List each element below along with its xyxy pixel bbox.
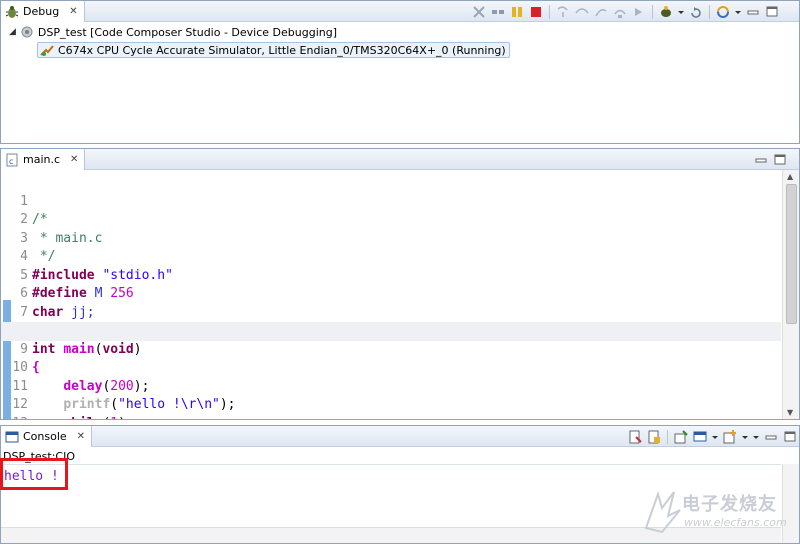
editor-view: c main.c ✕ 1 /* 2 * main.c 3 */ 4 #inclu… [0, 148, 800, 420]
minimize-icon[interactable] [763, 429, 779, 445]
maximize-icon[interactable] [764, 4, 780, 20]
suspend-icon[interactable] [509, 4, 525, 20]
c-file-icon: c [5, 153, 19, 167]
code-line: 1 /* [1, 174, 781, 228]
tab-main-c[interactable]: c main.c ✕ [1, 149, 86, 170]
code-line: 4 #include "stdio.h" [1, 230, 781, 283]
code-line-current: 9 { [1, 322, 781, 375]
view-menu-icon[interactable] [734, 4, 742, 20]
maximize-icon[interactable] [782, 429, 798, 445]
console-toolbar [627, 428, 798, 445]
highlight-box [0, 458, 68, 490]
step-return-icon[interactable] [593, 4, 609, 20]
cpu-icon [20, 25, 34, 39]
editor-toolbar [753, 151, 788, 168]
code-line: 5 #define M 256 [1, 248, 781, 302]
maximize-icon[interactable] [772, 152, 788, 168]
code-line: 2 * main.c [1, 193, 781, 246]
console-header: Console ✕ [1, 426, 799, 447]
scroll-up-icon[interactable]: ▲ [787, 172, 793, 181]
reset-icon[interactable] [658, 4, 674, 20]
close-icon[interactable]: ✕ [70, 154, 78, 165]
toolbar-separator [709, 4, 710, 19]
tree-row-target[interactable]: C674x CPU Cycle Accurate Simulator, Litt… [37, 42, 510, 58]
display-dropdown-icon[interactable] [711, 429, 719, 445]
restart-icon[interactable] [688, 4, 704, 20]
open-console-icon[interactable] [722, 429, 738, 445]
debug-view-header: Debug ✕ [1, 1, 799, 22]
svg-text:c: c [9, 157, 13, 166]
toolbar-separator [549, 4, 550, 19]
code-line: 8 int main(void) [1, 304, 781, 357]
code-line: 10 delay(200); [1, 341, 781, 394]
code-line: 6 char jj; [1, 267, 781, 320]
tab-debug-label: Debug [23, 5, 60, 18]
open-console-dropdown-icon[interactable] [741, 429, 749, 445]
code-line: 7 void delay(int delay_para); [1, 285, 781, 339]
debug-view: Debug ✕ ◢ DSP_test [Code Composer Studio… [0, 0, 800, 144]
watermark-text: 电子发烧友 [682, 494, 777, 515]
step-over-icon[interactable] [574, 4, 590, 20]
code-line: 3 */ [1, 211, 781, 265]
project-label: DSP_test [Code Composer Studio - Device … [37, 25, 338, 39]
scrollbar-thumb[interactable] [786, 184, 797, 324]
code-line: 12 while(1); [1, 378, 781, 419]
display-console-icon[interactable] [692, 429, 708, 445]
close-icon[interactable]: ✕ [77, 431, 85, 442]
line-number: 13 [12, 415, 30, 420]
scroll-down-icon[interactable]: ▼ [787, 408, 793, 417]
code-line: 11 printf("hello !\r\n"); [1, 359, 781, 413]
sync-icon[interactable] [715, 4, 731, 20]
pin-console-icon[interactable] [673, 429, 689, 445]
step-into-icon[interactable] [555, 4, 571, 20]
minimize-icon[interactable] [753, 152, 769, 168]
reset-dropdown-icon[interactable] [677, 4, 685, 20]
clear-console-icon[interactable] [627, 429, 643, 445]
tab-console-label: Console [23, 430, 67, 443]
disconnect-icon[interactable] [490, 4, 506, 20]
collapse-arrow-icon[interactable]: ◢ [9, 27, 16, 37]
editor-header: c main.c ✕ [1, 149, 799, 170]
minimize-icon[interactable] [745, 4, 761, 20]
close-icon[interactable]: ✕ [69, 6, 77, 17]
view-menu-icon[interactable] [752, 429, 760, 445]
tab-debug[interactable]: Debug ✕ [1, 1, 85, 22]
tree-row-project[interactable]: ◢ DSP_test [Code Composer Studio - Devic… [9, 25, 337, 39]
terminate-icon[interactable] [528, 4, 544, 20]
assembly-step-icon[interactable] [612, 4, 628, 20]
remove-terminated-icon[interactable] [471, 4, 487, 20]
scroll-lock-icon[interactable] [646, 429, 662, 445]
toolbar-separator [667, 429, 668, 444]
step-mode-icon[interactable] [631, 4, 647, 20]
tab-main-c-label: main.c [23, 153, 61, 166]
toolbar-separator [652, 4, 653, 19]
watermark-mark-icon [644, 490, 681, 534]
tab-console[interactable]: Console ✕ [1, 426, 93, 447]
watermark-logo: 电子发烧友 www.elecfans.com [640, 488, 787, 536]
code-editor[interactable]: 1 /* 2 * main.c 3 */ 4 #include "stdio.h… [1, 170, 781, 419]
selected-target[interactable]: C674x CPU Cycle Accurate Simulator, Litt… [37, 42, 510, 58]
editor-vertical-scrollbar[interactable]: ▲ ▼ [782, 170, 799, 419]
console-vertical-scrollbar[interactable] [782, 464, 799, 543]
target-label: C674x CPU Cycle Accurate Simulator, Litt… [58, 43, 506, 57]
debug-bug-icon [5, 5, 19, 19]
running-target-icon [40, 43, 54, 57]
watermark-url: www.elecfans.com [684, 516, 787, 529]
code-line: 13 } [1, 396, 781, 420]
debug-toolbar [471, 3, 780, 20]
console-icon [5, 430, 19, 444]
